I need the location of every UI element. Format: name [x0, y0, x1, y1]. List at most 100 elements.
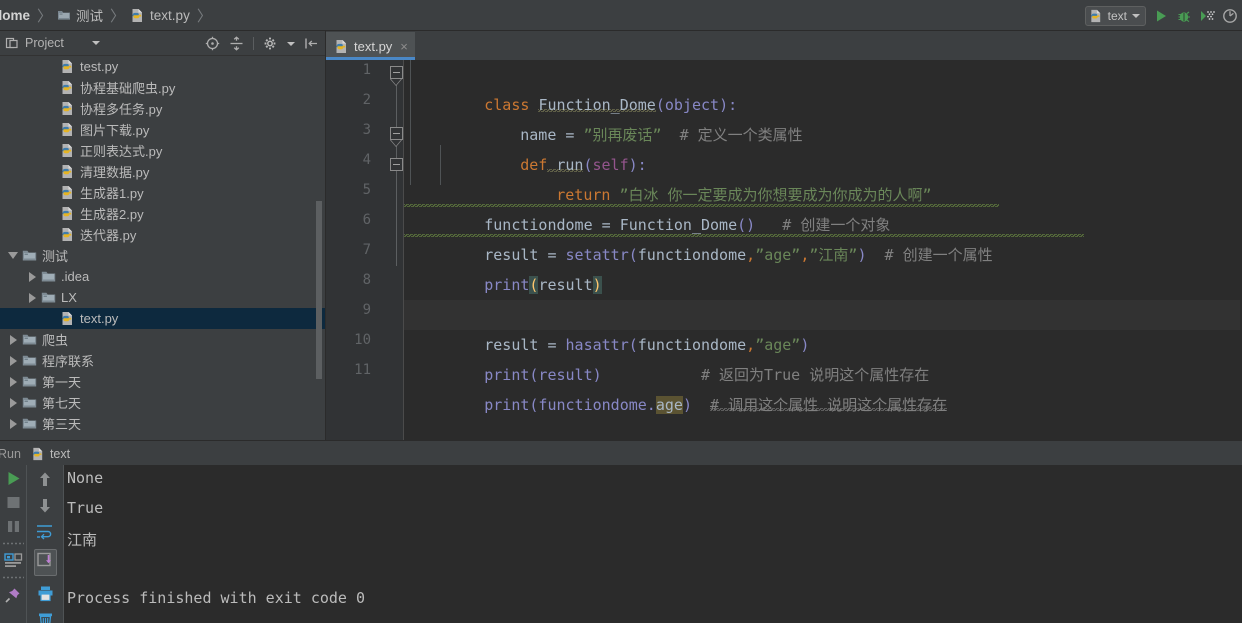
python-file-icon — [60, 206, 75, 221]
python-file-icon — [334, 39, 349, 54]
tree-item-text.py[interactable]: text.py — [0, 308, 325, 329]
pin-icon[interactable] — [4, 586, 22, 604]
console-line: None — [67, 469, 104, 487]
tree-item-协程多任务.py[interactable]: 协程多任务.py — [0, 98, 325, 119]
stop-icon[interactable] — [5, 494, 22, 511]
chevron-down-icon[interactable] — [91, 41, 100, 45]
profile-icon[interactable] — [1222, 8, 1238, 24]
toolbar-divider — [253, 37, 254, 50]
project-tree-scrollbar[interactable] — [316, 201, 322, 379]
folder-open-icon — [22, 249, 37, 262]
debug-icon[interactable] — [1176, 8, 1192, 24]
scroll-to-end-button[interactable] — [33, 549, 57, 576]
pycharm-window: dome 〉 测试 〉 text.py 〉 — [0, 0, 1242, 623]
code-line-6: result = setattr(functiondome,”age”,”江南”… — [404, 210, 1084, 264]
tree-item-测试[interactable]: 测试 — [0, 245, 325, 266]
python-file-icon — [60, 311, 75, 326]
close-icon[interactable]: × — [400, 39, 408, 54]
editor-gutter[interactable]: 1 2 3 4 5 6 7 8 9 10 11 — [326, 60, 404, 440]
tree-item-协程基础爬虫.py[interactable]: 协程基础爬虫.py — [0, 77, 325, 98]
tree-item-.idea[interactable]: .idea — [0, 266, 325, 287]
run-tab[interactable]: text — [31, 447, 70, 461]
project-panel-tools — [205, 31, 319, 56]
tab-text-py[interactable]: text.py × — [326, 32, 415, 60]
tree-item-test.py[interactable]: test.py — [0, 56, 325, 77]
trash-icon[interactable] — [37, 611, 54, 623]
python-file-icon — [60, 80, 75, 95]
folder-icon — [57, 9, 71, 21]
tree-item-label: 测试 — [42, 249, 69, 264]
code-text-area[interactable]: class Function_Dome(object): name = ”别再废… — [404, 60, 1242, 440]
chevron-right-icon[interactable] — [23, 292, 41, 303]
tree-item-正则表达式.py[interactable]: 正则表达式.py — [0, 140, 325, 161]
tree-item-label: text.py — [80, 311, 119, 326]
code-line-3: def run(self): — [404, 120, 1242, 175]
chevron-right-icon[interactable] — [4, 397, 22, 408]
breadcrumb-item-project[interactable]: dome — [0, 8, 30, 23]
python-file-icon — [130, 8, 145, 23]
chevron-down-icon[interactable] — [1132, 13, 1140, 18]
python-file-icon — [60, 122, 75, 137]
run-controls-secondary — [27, 465, 63, 623]
editor-tabstrip: text.py × — [326, 31, 1242, 60]
code-line-7: print(result) — [404, 240, 1242, 294]
tree-item-第三天[interactable]: 第三天 — [0, 413, 325, 434]
python-file-icon — [31, 447, 45, 461]
target-icon[interactable] — [205, 36, 220, 51]
fold-region-class[interactable] — [390, 66, 403, 79]
tree-item-程序联系[interactable]: 程序联系 — [0, 350, 325, 371]
settings-gear-icon[interactable] — [263, 36, 278, 51]
tree-item-label: 生成器1.py — [80, 186, 144, 201]
collapse-all-icon[interactable] — [229, 36, 244, 51]
run-console-output[interactable]: None True 江南 Process finished with exit … — [63, 465, 1242, 623]
breadcrumb-item-file[interactable]: text.py — [130, 8, 190, 23]
soft-wrap-icon[interactable] — [36, 523, 54, 540]
down-arrow-icon[interactable] — [37, 497, 53, 514]
call-close: ) — [682, 396, 692, 414]
fold-region-def[interactable] — [390, 127, 403, 140]
chevron-right-icon[interactable] — [4, 376, 22, 387]
tree-item-第一天[interactable]: 第一天 — [0, 371, 325, 392]
line-number: 5 — [362, 182, 371, 198]
python-file-icon — [60, 101, 75, 116]
fold-arrow-icon[interactable] — [390, 79, 403, 86]
hide-panel-icon[interactable] — [304, 36, 319, 51]
builtin-print: print — [484, 276, 530, 294]
code-line-4: return ”白冰 你一定要成为你想要成为你成为的人啊” — [404, 150, 1242, 204]
tree-item-生成器1.py[interactable]: 生成器1.py — [0, 182, 325, 203]
project-tree[interactable]: test.py 协程基础爬虫.py 协程多任务.py 图片下载.py 正则表达式… — [0, 56, 325, 440]
tree-item-图片下载.py[interactable]: 图片下载.py — [0, 119, 325, 140]
chevron-right-icon[interactable] — [4, 355, 22, 366]
pause-icon[interactable] — [5, 518, 22, 535]
tree-item-第七天[interactable]: 第七天 — [0, 392, 325, 413]
run-icon[interactable] — [1153, 8, 1169, 24]
tree-item-生成器2.py[interactable]: 生成器2.py — [0, 203, 325, 224]
chevron-down-icon[interactable] — [4, 252, 22, 259]
matched-bracket-close: ) — [592, 276, 602, 294]
chevron-right-icon[interactable] — [23, 271, 41, 282]
tree-item-清理数据.py[interactable]: 清理数据.py — [0, 161, 325, 182]
console-view-icon[interactable] — [3, 552, 23, 569]
fold-region-body[interactable] — [390, 158, 403, 171]
print-icon[interactable] — [37, 585, 54, 602]
up-arrow-icon[interactable] — [37, 471, 53, 488]
run-configuration-selector[interactable]: text — [1084, 5, 1146, 26]
tree-item-迭代器.py[interactable]: 迭代器.py — [0, 224, 325, 245]
chevron-right-icon[interactable] — [4, 334, 22, 345]
chevron-right-icon[interactable] — [4, 418, 22, 429]
breadcrumb-separator: 〉 — [37, 6, 53, 25]
folder-plain-icon — [41, 270, 56, 283]
breadcrumb-item-folder[interactable]: 测试 — [57, 5, 103, 25]
comment: # 调用这个属性 说明这个属性存在 — [710, 396, 948, 414]
coverage-icon[interactable] — [1199, 8, 1215, 24]
chevron-down-icon[interactable] — [287, 41, 295, 46]
rerun-icon[interactable] — [5, 470, 22, 487]
tree-item-label: 图片下载.py — [80, 123, 150, 138]
code-editor[interactable]: 1 2 3 4 5 6 7 8 9 10 11 class Function_D… — [326, 60, 1242, 440]
tree-item-LX[interactable]: LX — [0, 287, 325, 308]
run-panel-title: Run — [0, 447, 21, 461]
tree-item-爬虫[interactable]: 爬虫 — [0, 329, 325, 350]
console-line: True — [67, 499, 104, 517]
fold-arrow-icon[interactable] — [390, 140, 403, 147]
folder-open-icon — [22, 333, 37, 346]
